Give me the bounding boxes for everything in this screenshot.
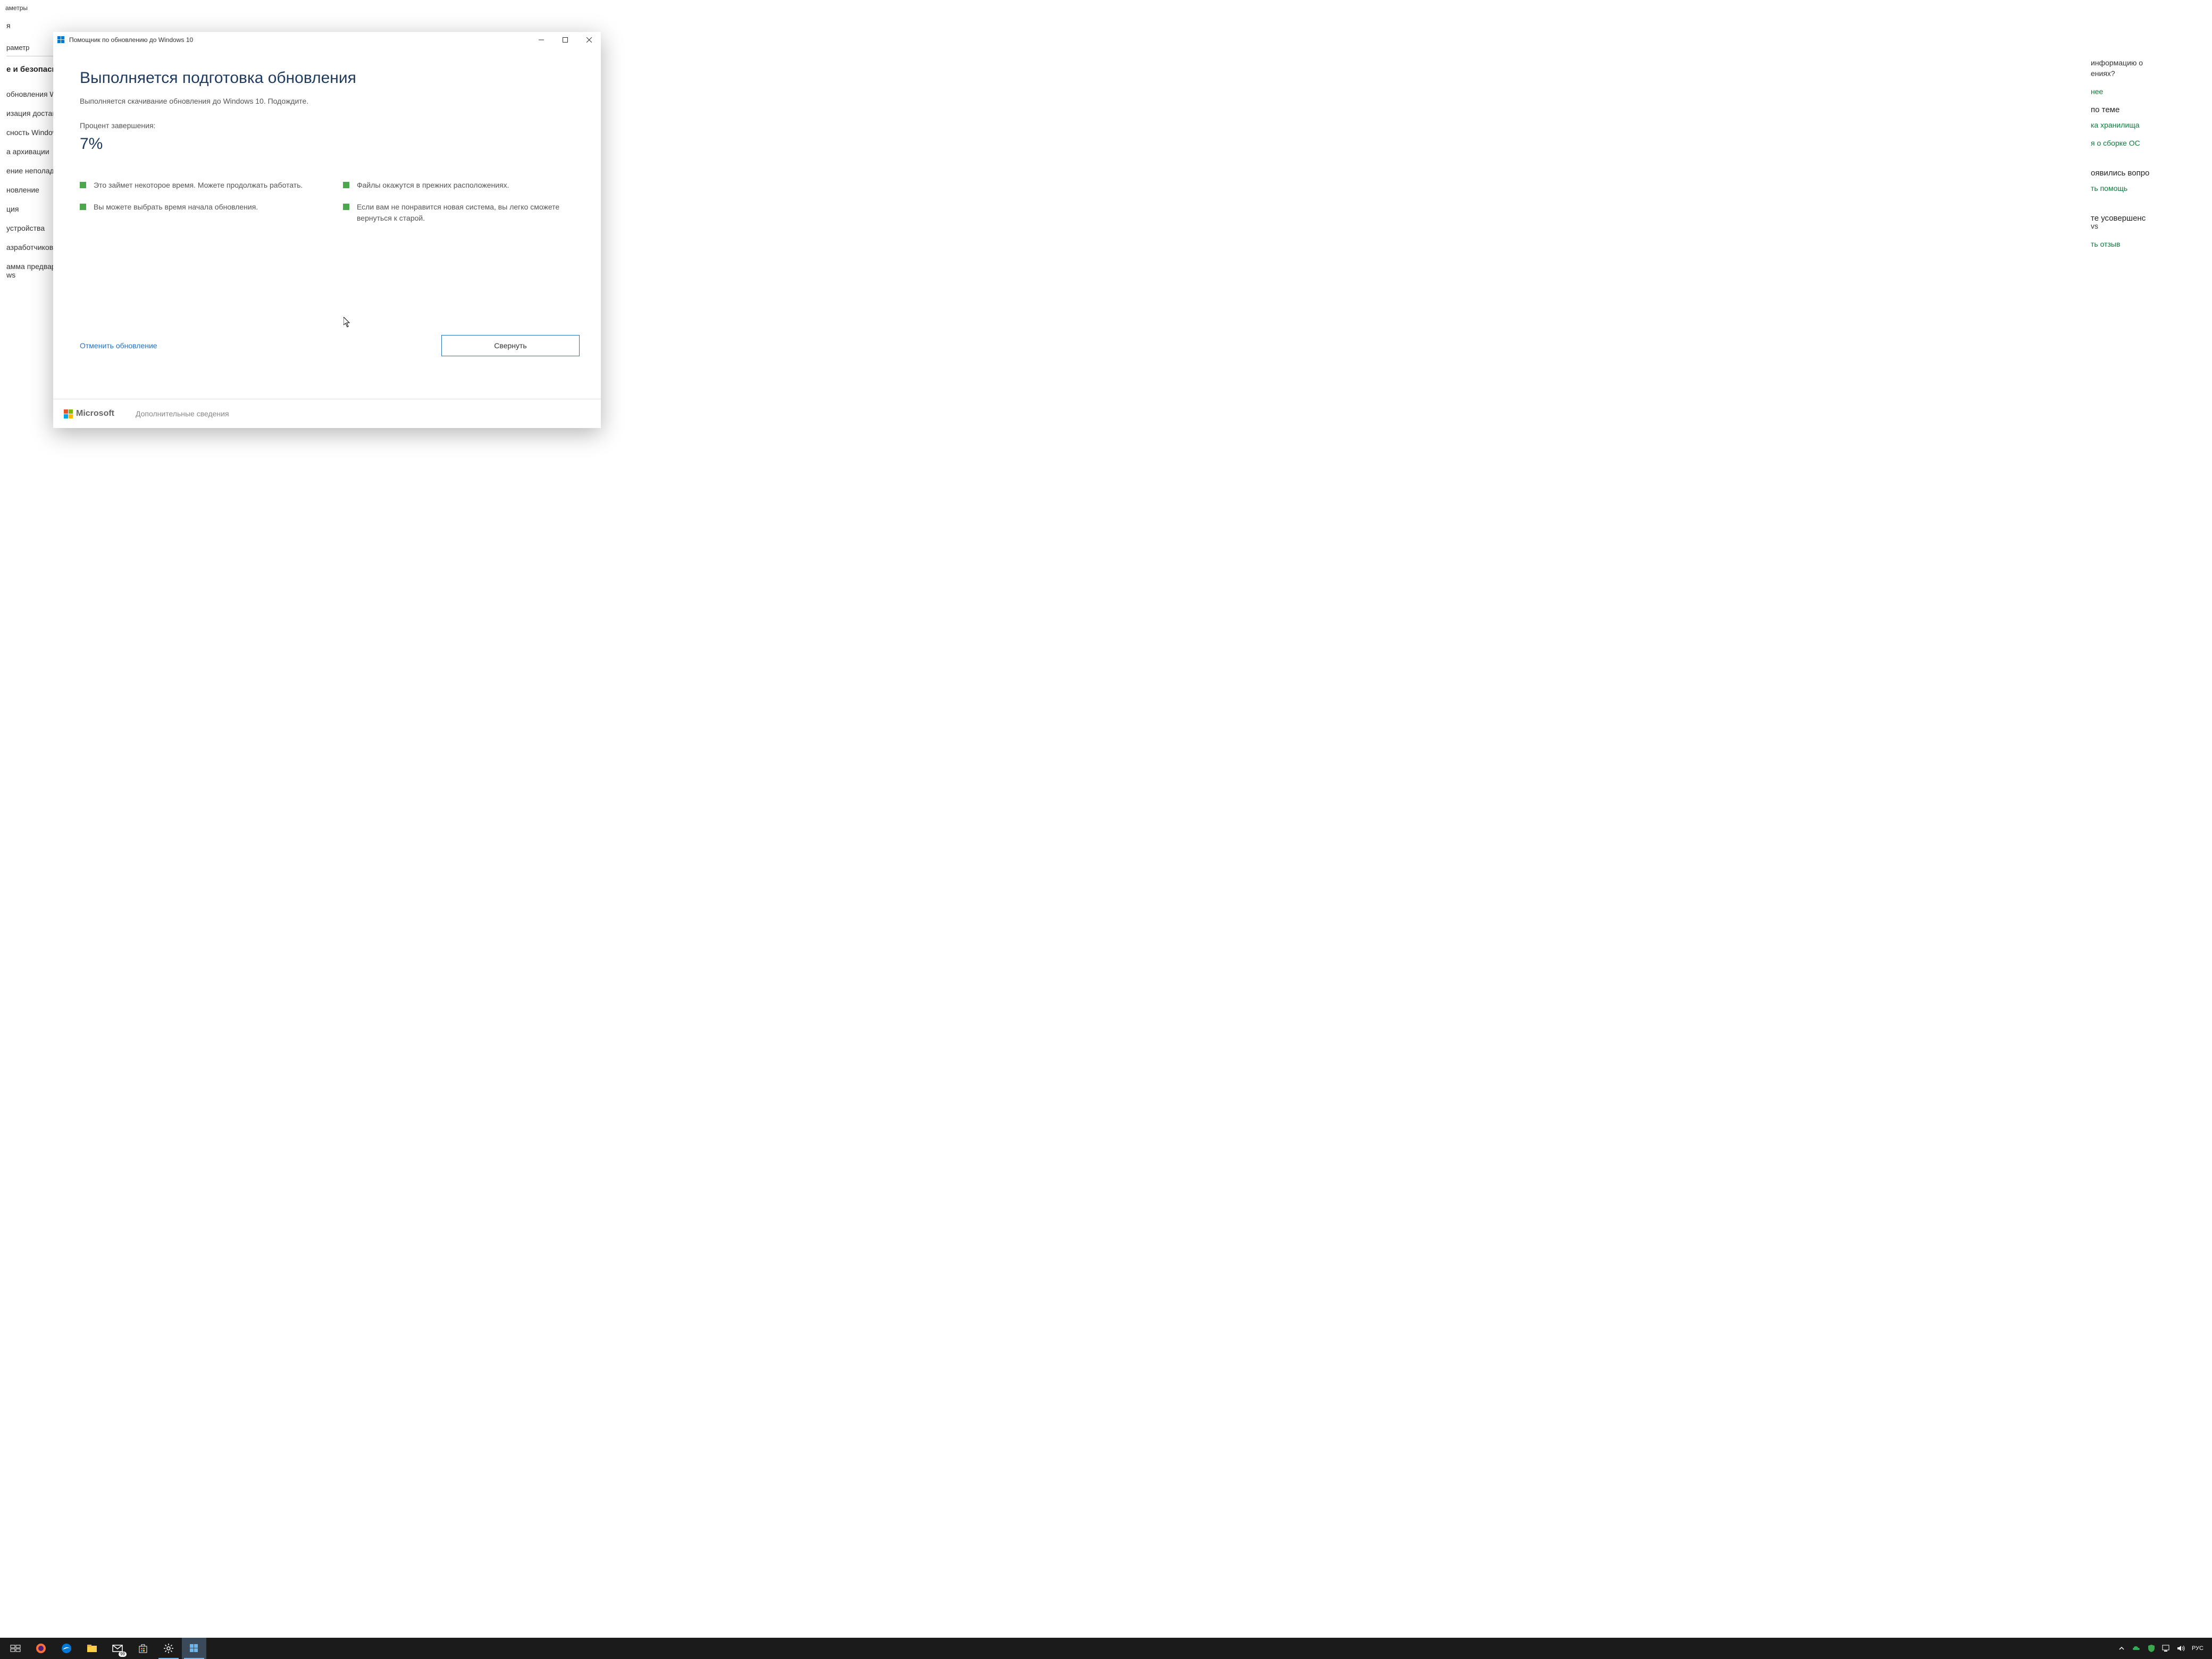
dialog-footer: Microsoft Дополнительные сведения xyxy=(53,399,601,428)
features-col-1: Это займет некоторое время. Можете продо… xyxy=(80,180,311,224)
bullet-icon xyxy=(343,182,349,188)
taskbar-task-view[interactable] xyxy=(3,1638,28,1659)
tray-security-icon[interactable] xyxy=(2147,1644,2156,1653)
taskbar-edge[interactable] xyxy=(54,1638,79,1659)
right-link-build[interactable]: я о сборке ОС xyxy=(2091,139,2206,147)
taskbar-store[interactable] xyxy=(131,1638,155,1659)
settings-app-title: аметры xyxy=(0,0,2212,16)
microsoft-label: Microsoft xyxy=(76,409,114,418)
maximize-window-button[interactable] xyxy=(553,32,577,48)
right-text-vs: vs xyxy=(2091,222,2206,230)
settings-home[interactable]: я xyxy=(6,21,121,30)
right-info-2: ениях? xyxy=(2091,69,2206,78)
bullet-icon xyxy=(343,204,349,210)
taskbar-firefox[interactable] xyxy=(29,1638,53,1659)
taskbar-mail[interactable]: 99 xyxy=(105,1638,130,1659)
feature-item: Если вам не понравится новая система, вы… xyxy=(343,202,574,224)
right-info-1: информацию о xyxy=(2091,58,2206,67)
right-heading-related: по теме xyxy=(2091,105,2206,114)
settings-right-panel: информацию о ениях? нее по теме ка храни… xyxy=(2084,53,2212,1638)
window-controls xyxy=(529,32,601,48)
window-title: Помощник по обновлению до Windows 10 xyxy=(69,36,529,44)
tray-language[interactable]: РУС xyxy=(2192,1645,2203,1652)
taskbar-update-assistant[interactable] xyxy=(182,1638,206,1659)
feature-item: Это займет некоторое время. Можете продо… xyxy=(80,180,311,191)
subtext: Выполняется скачивание обновления до Win… xyxy=(80,97,574,105)
update-assistant-window: Помощник по обновлению до Windows 10 Вып… xyxy=(53,32,601,428)
right-link-more[interactable]: нее xyxy=(2091,87,2206,96)
dialog-body: Выполняется подготовка обновления Выполн… xyxy=(53,48,601,399)
minimize-window-button[interactable] xyxy=(529,32,553,48)
bullet-icon xyxy=(80,204,86,210)
percent-value: 7% xyxy=(80,135,574,153)
titlebar: Помощник по обновлению до Windows 10 xyxy=(53,32,601,48)
features-col-2: Файлы окажутся в прежних расположениях. … xyxy=(343,180,574,224)
tray-volume-icon[interactable] xyxy=(2177,1644,2185,1653)
minimize-button[interactable]: Свернуть xyxy=(441,335,580,356)
right-link-help[interactable]: ть помощь xyxy=(2091,184,2206,192)
close-window-button[interactable] xyxy=(577,32,601,48)
taskbar-left: 99 xyxy=(3,1638,206,1659)
microsoft-logo-icon xyxy=(64,409,73,418)
features-grid: Это займет некоторое время. Можете продо… xyxy=(80,180,574,224)
right-heading-questions: оявились вопро xyxy=(2091,169,2206,178)
windows-icon xyxy=(57,36,65,44)
mail-badge: 99 xyxy=(119,1652,127,1657)
taskbar: 99 РУС xyxy=(0,1638,2212,1659)
feature-text: Вы можете выбрать время начала обновлени… xyxy=(94,202,258,213)
bullet-icon xyxy=(80,182,86,188)
right-link-feedback[interactable]: ть отзыв xyxy=(2091,240,2206,248)
dialog-actions: Отменить обновление Свернуть xyxy=(80,335,580,356)
more-info-link[interactable]: Дополнительные сведения xyxy=(136,409,229,418)
cancel-update-link[interactable]: Отменить обновление xyxy=(80,341,157,350)
feature-item: Вы можете выбрать время начала обновлени… xyxy=(80,202,311,213)
microsoft-logo: Microsoft xyxy=(64,409,114,418)
feature-text: Файлы окажутся в прежних расположениях. xyxy=(357,180,509,191)
feature-item: Файлы окажутся в прежних расположениях. xyxy=(343,180,574,191)
tray-chevron-up-icon[interactable] xyxy=(2117,1644,2126,1653)
tray-network-icon[interactable] xyxy=(2162,1644,2171,1653)
taskbar-settings[interactable] xyxy=(156,1638,181,1659)
taskbar-file-explorer[interactable] xyxy=(80,1638,104,1659)
feature-text: Если вам не понравится новая система, вы… xyxy=(357,202,574,224)
taskbar-right: РУС xyxy=(2117,1644,2209,1653)
right-link-storage[interactable]: ка хранилища xyxy=(2091,121,2206,129)
percent-label: Процент завершения: xyxy=(80,121,574,130)
main-heading: Выполняется подготовка обновления xyxy=(80,69,574,87)
feature-text: Это займет некоторое время. Можете продо… xyxy=(94,180,303,191)
tray-onedrive-icon[interactable] xyxy=(2132,1644,2141,1653)
